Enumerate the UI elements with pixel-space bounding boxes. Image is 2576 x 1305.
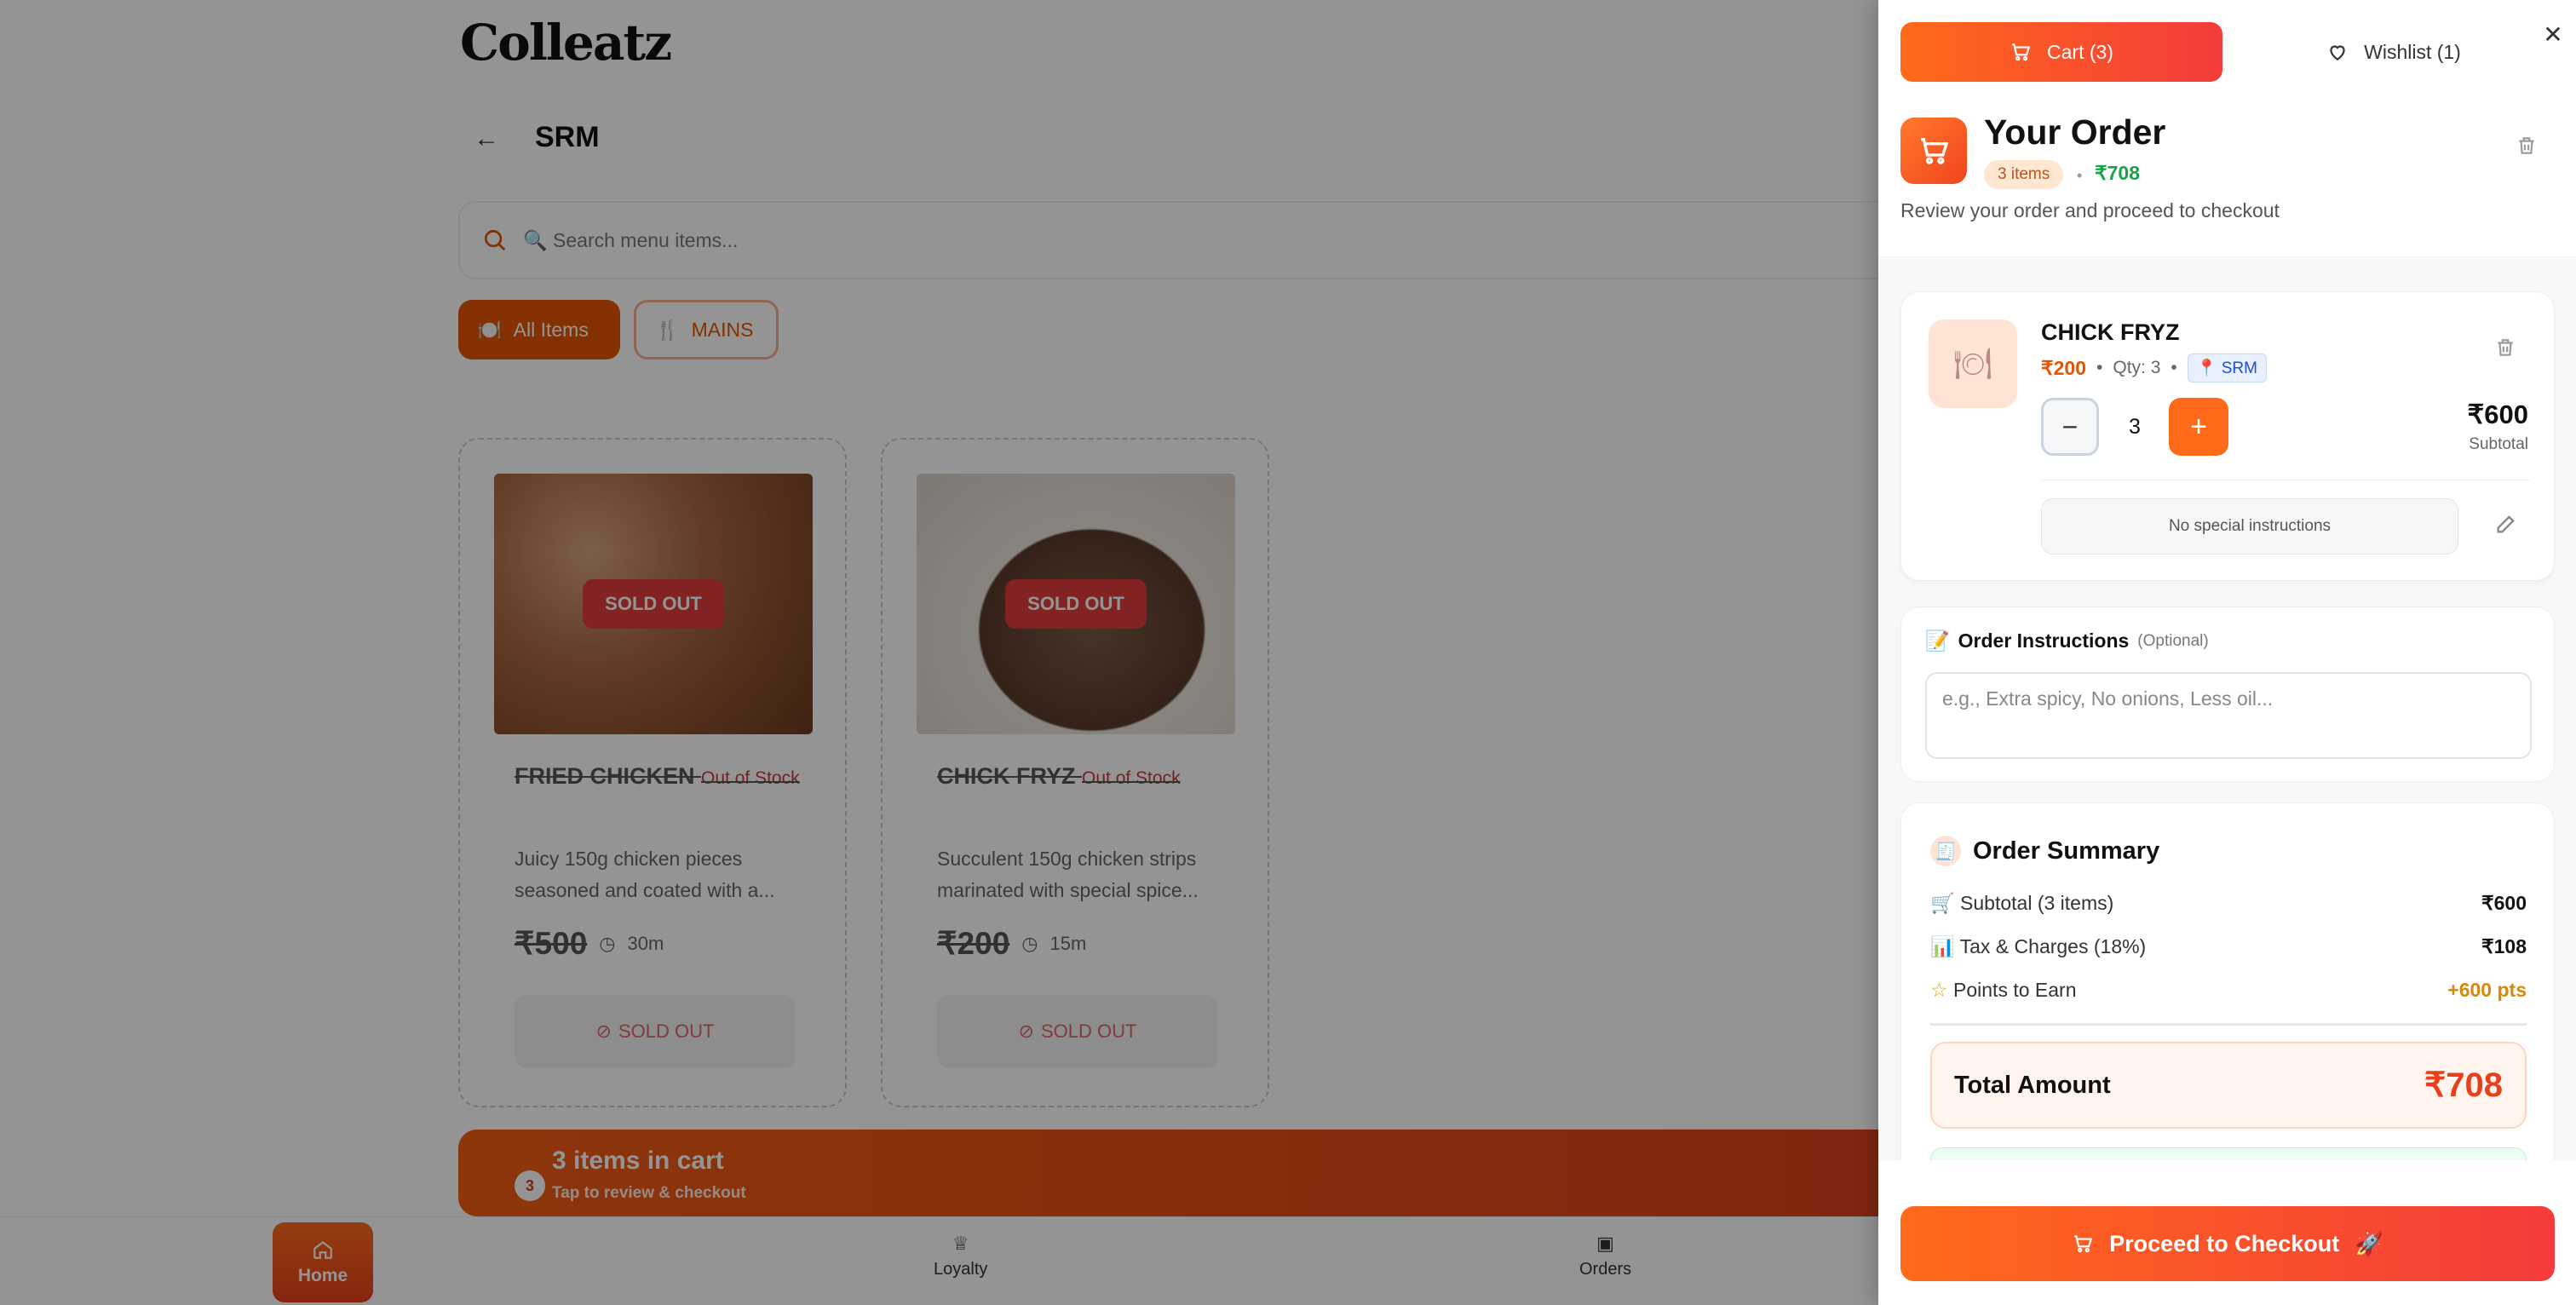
- summary-row-tax: 📊 Tax & Charges (18%) ₹108: [1930, 935, 2527, 958]
- location-pill-label: SRM: [2221, 359, 2257, 377]
- item-instructions[interactable]: No special instructions: [2041, 498, 2458, 555]
- tab-cart[interactable]: Cart (3): [1900, 22, 2222, 82]
- subtotal-label: Subtotal: [2469, 435, 2528, 453]
- order-summary-card: 🧾 Order Summary 🛒 Subtotal (3 items) ₹60…: [1900, 802, 2555, 1160]
- decrease-qty-button[interactable]: −: [2041, 398, 2099, 456]
- qty-value: 3: [2129, 414, 2141, 439]
- rocket-icon: 🚀: [2355, 1231, 2383, 1256]
- order-instructions-card: 📝 Order Instructions (Optional) e.g., Ex…: [1900, 607, 2555, 782]
- summary-value: ₹108: [2481, 935, 2527, 957]
- optional-label: (Optional): [2137, 631, 2209, 650]
- cart-scroll-area[interactable]: 🍽 CHICK FRYZ ₹200 • Qty: 3 • 📍 SRM − 3 +…: [1878, 256, 2576, 1160]
- edit-pencil-icon[interactable]: [2494, 512, 2518, 536]
- increase-qty-button[interactable]: +: [2169, 398, 2228, 456]
- star-icon: ☆: [1930, 979, 1948, 1001]
- tab-wishlist[interactable]: Wishlist (1): [2253, 22, 2534, 82]
- savings-note: [1930, 1147, 2527, 1160]
- total-amount-box: Total Amount ₹708: [1930, 1042, 2527, 1129]
- cart-item-subtotal: ₹600: [2467, 400, 2528, 429]
- order-instructions-input[interactable]: e.g., Extra spicy, No onions, Less oil..…: [1925, 672, 2532, 759]
- checkout-footer: Proceed to Checkout 🚀: [1878, 1160, 2576, 1305]
- close-icon[interactable]: ✕: [2536, 17, 2570, 51]
- summary-points-value: +600 pts: [2447, 979, 2527, 1001]
- cart-icon: [2074, 1235, 2093, 1253]
- chart-icon: 📊: [1930, 935, 1955, 957]
- panel-subtitle: Review your order and proceed to checkou…: [1900, 199, 2280, 221]
- total-label: Total Amount: [1954, 1071, 2111, 1099]
- checkout-label: Proceed to Checkout: [2109, 1230, 2340, 1256]
- summary-title: Order Summary: [1973, 836, 2160, 865]
- cart-drawer: Cart (3) Wishlist (1) ✕ Your Order 3 ite…: [1878, 0, 2576, 1305]
- summary-label: Tax & Charges (18%): [1959, 935, 2147, 957]
- pin-icon: 📍: [2196, 359, 2217, 377]
- tab-cart-label: Cart (3): [2047, 40, 2113, 63]
- cart-icon: [2012, 43, 2031, 61]
- tab-wishlist-label: Wishlist (1): [2364, 40, 2461, 63]
- receipt-icon: 🧾: [1930, 836, 1961, 866]
- cart-item-card: 🍽 CHICK FRYZ ₹200 • Qty: 3 • 📍 SRM − 3 +…: [1900, 291, 2555, 581]
- modal-backdrop[interactable]: [0, 0, 1883, 1305]
- separator-dot: •: [2077, 167, 2083, 184]
- total-value: ₹708: [2424, 1066, 2503, 1104]
- cart-item-qty-text: Qty: 3: [2113, 358, 2161, 377]
- cart-icon: [1900, 118, 1967, 184]
- memo-icon: 📝: [1925, 630, 1950, 652]
- panel-title: Your Order: [1984, 112, 2166, 152]
- cart-icon: 🛒: [1930, 892, 1955, 914]
- divider: [1930, 1023, 2527, 1026]
- order-instructions-label: Order Instructions: [1958, 630, 2130, 652]
- summary-label: Points to Earn: [1953, 979, 2077, 1001]
- separator-dot: •: [2171, 358, 2177, 377]
- clear-cart-trash-icon[interactable]: [2516, 135, 2538, 157]
- summary-row-points: ☆ Points to Earn +600 pts: [1930, 979, 2527, 1002]
- summary-row-subtotal: 🛒 Subtotal (3 items) ₹600: [1930, 892, 2527, 915]
- cart-item-price: ₹200: [2041, 356, 2087, 379]
- plate-icon: 🍽: [1929, 319, 2017, 408]
- location-pill: 📍 SRM: [2187, 354, 2267, 382]
- summary-label: Subtotal (3 items): [1960, 892, 2114, 914]
- remove-item-trash-icon[interactable]: [2494, 336, 2516, 359]
- order-total-small: ₹708: [2095, 162, 2141, 184]
- proceed-to-checkout-button[interactable]: Proceed to Checkout 🚀: [1900, 1206, 2555, 1281]
- separator-dot: •: [2096, 358, 2103, 377]
- cart-item-name: CHICK FRYZ: [2041, 319, 2180, 345]
- summary-value: ₹600: [2481, 892, 2527, 914]
- items-count-badge: 3 items: [1984, 160, 2064, 189]
- heart-icon: [2330, 45, 2345, 60]
